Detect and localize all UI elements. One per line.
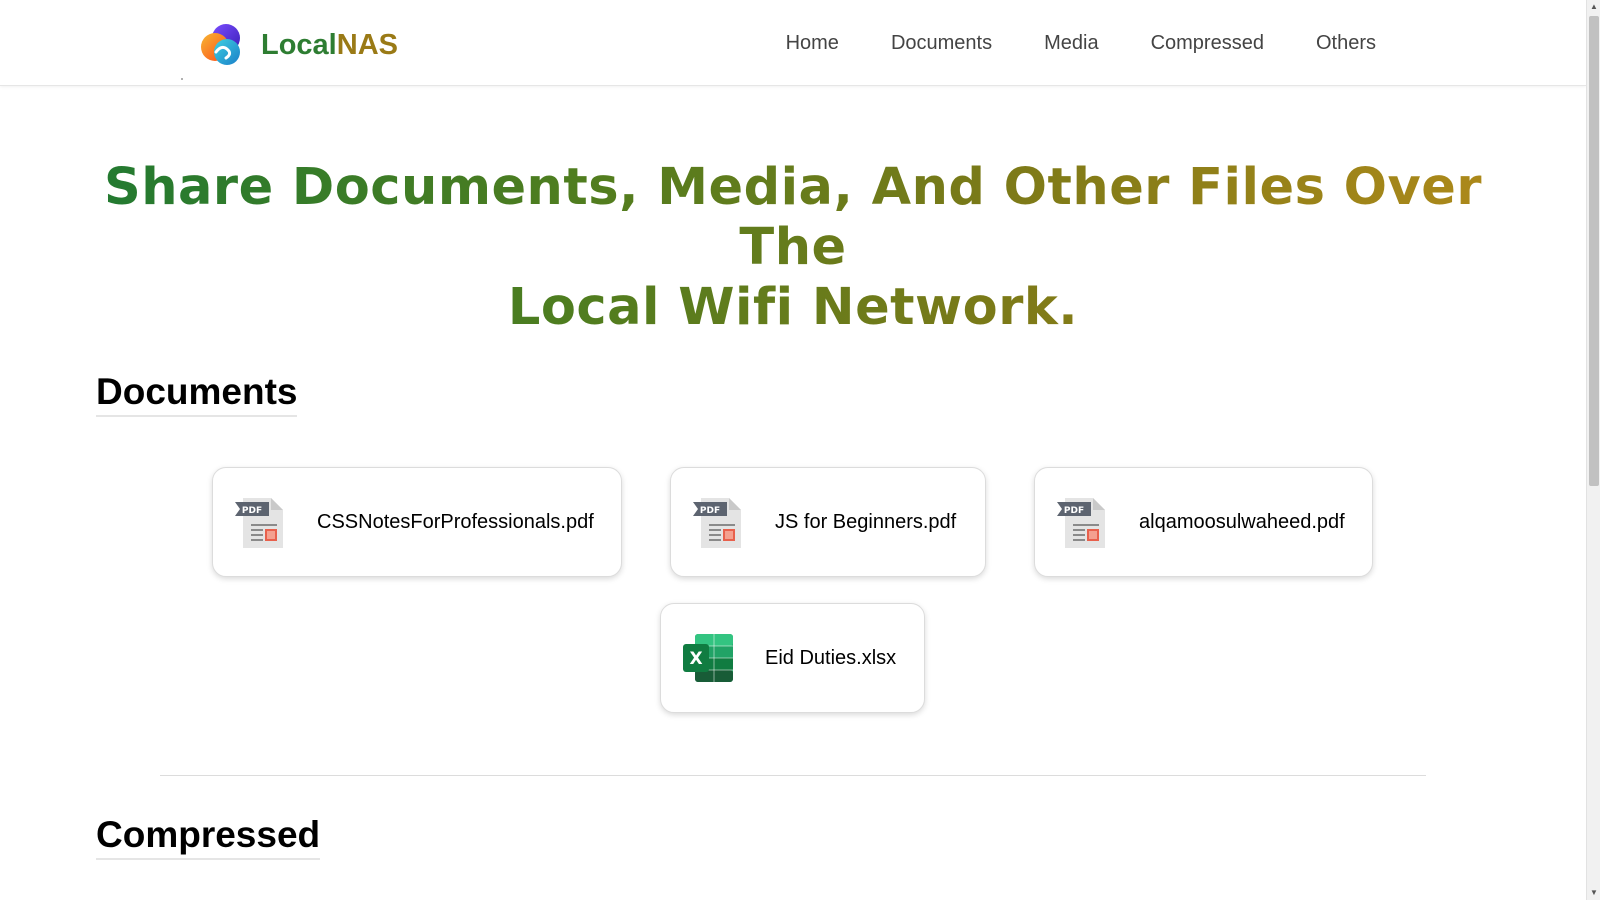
nav-home-link[interactable]: Home — [786, 30, 839, 56]
file-name: JS for Beginners.pdf — [775, 510, 957, 533]
main-nav: Home Documents Media Compressed Others — [786, 30, 1376, 56]
brand-name-nas: NAS — [336, 29, 398, 61]
file-card[interactable]: PDF CSSNotesForProfessionals.pdf — [212, 467, 622, 577]
file-name: alqamoosulwaheed.pdf — [1139, 510, 1345, 533]
compressed-section-title: Compressed — [96, 814, 321, 860]
file-card[interactable]: X Eid Duties.xlsx — [660, 603, 925, 713]
file-card[interactable]: PDF alqamoosulwaheed.pdf — [1034, 467, 1373, 577]
brand-name: LocalNAS — [261, 25, 398, 65]
localnas-logo-icon — [201, 24, 240, 65]
file-card[interactable]: PDF JS for Beginners.pdf — [670, 467, 986, 577]
page-scrollbar[interactable]: ▲ ▼ — [1586, 0, 1600, 900]
hero-heading: Share Documents, Media, And Other Files … — [60, 158, 1526, 338]
pdf-icon: PDF — [1057, 498, 1105, 548]
top-navbar: LocalNAS Home Documents Media Compressed… — [0, 0, 1586, 86]
nav-others-link[interactable]: Others — [1316, 30, 1376, 56]
brand-name-local: Local — [261, 29, 337, 61]
pdf-icon: PDF — [693, 498, 741, 548]
svg-text:X: X — [689, 649, 702, 669]
documents-section-title: Documents — [96, 371, 298, 417]
scroll-up-arrow-icon[interactable]: ▲ — [1587, 0, 1600, 14]
nav-documents-link[interactable]: Documents — [891, 30, 992, 56]
pdf-icon: PDF — [235, 498, 283, 548]
nav-media-link[interactable]: Media — [1044, 30, 1098, 56]
hero-line-2: Local Wifi Network. — [507, 278, 1079, 337]
brand-link[interactable]: LocalNAS — [200, 22, 398, 68]
svg-text:PDF: PDF — [1064, 506, 1084, 516]
decorative-dot — [181, 78, 183, 80]
nav-compressed-link[interactable]: Compressed — [1151, 30, 1264, 56]
hero-line-1: Share Documents, Media, And Other Files … — [103, 158, 1483, 277]
svg-text:PDF: PDF — [242, 506, 262, 516]
scroll-down-arrow-icon[interactable]: ▼ — [1587, 886, 1600, 900]
file-name: CSSNotesForProfessionals.pdf — [317, 510, 594, 533]
svg-text:PDF: PDF — [700, 506, 720, 516]
excel-icon: X — [683, 634, 733, 682]
file-name: Eid Duties.xlsx — [765, 646, 897, 669]
section-divider — [160, 775, 1426, 776]
scroll-thumb[interactable] — [1589, 16, 1599, 486]
